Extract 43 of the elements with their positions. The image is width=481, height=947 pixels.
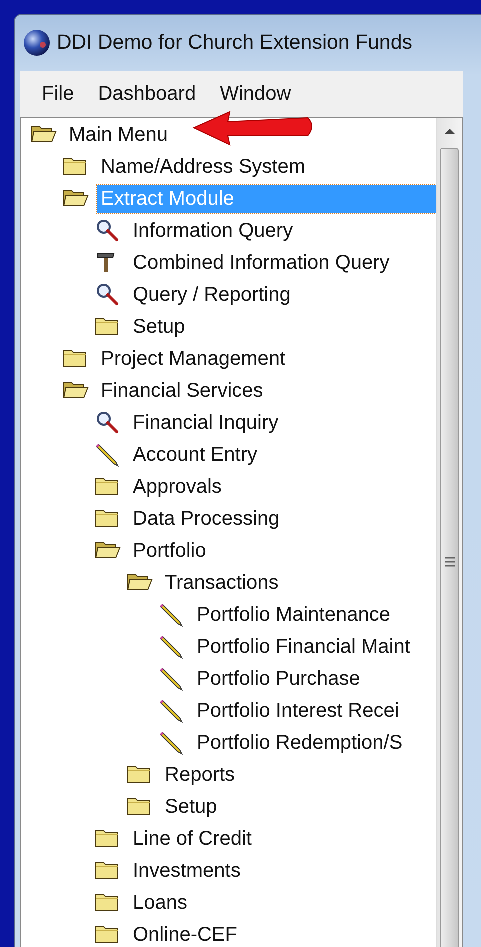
tree-item[interactable]: Approvals <box>129 473 226 501</box>
pencil-icon <box>159 699 185 723</box>
tree-item[interactable]: Portfolio Redemption/S <box>193 729 407 757</box>
tree-item[interactable]: Data Processing <box>129 505 284 533</box>
menu-item[interactable]: File <box>34 80 82 108</box>
tree-item[interactable]: Query / Reporting <box>129 281 295 309</box>
menu-item[interactable]: Dashboard <box>90 80 204 108</box>
tree-item[interactable]: Portfolio Purchase <box>193 665 364 693</box>
tree-item[interactable]: Portfolio Interest Recei <box>193 697 404 725</box>
tree-item[interactable]: Combined Information Query <box>129 249 394 277</box>
grip-icon <box>444 557 454 567</box>
tree-item[interactable]: Investments <box>129 857 245 885</box>
tree-item[interactable]: Portfolio Financial Maint <box>193 633 414 661</box>
tree-item[interactable]: Reports <box>161 761 240 789</box>
tree-item[interactable]: Portfolio Maintenance <box>193 601 394 629</box>
pencil-icon <box>159 731 185 755</box>
search-icon <box>95 283 121 307</box>
pencil-icon <box>95 443 121 467</box>
tree-item[interactable]: Information Query <box>129 217 298 245</box>
scroll-up-icon[interactable] <box>444 127 456 135</box>
tree-item[interactable]: Online-CEF <box>129 921 242 947</box>
tree-item[interactable]: Setup <box>129 313 190 341</box>
tree-item[interactable]: Line of Credit <box>129 825 256 853</box>
tree-item[interactable]: Account Entry <box>129 441 262 469</box>
tree-item[interactable]: Portfolio <box>129 537 210 565</box>
search-icon <box>95 411 121 435</box>
window-title: DDI Demo for Church Extension Funds <box>57 31 412 55</box>
tree-item[interactable]: Name/Address System <box>97 153 310 181</box>
tree-item[interactable]: Setup <box>161 793 222 821</box>
tree-item[interactable]: Financial Inquiry <box>129 409 283 437</box>
pencil-icon <box>159 667 185 691</box>
tree-item[interactable]: Transactions <box>161 569 283 597</box>
search-icon <box>95 219 121 243</box>
pencil-icon <box>159 603 185 627</box>
tree-item[interactable]: Financial Services <box>97 377 268 405</box>
globe-icon <box>23 29 51 57</box>
tree-item[interactable]: Main Menu <box>65 121 172 149</box>
menu-item[interactable]: Window <box>212 80 300 108</box>
tree-item[interactable]: Project Management <box>97 345 290 373</box>
tree-item[interactable]: Loans <box>129 889 192 917</box>
pencil-icon <box>159 635 185 659</box>
scrollbar[interactable] <box>436 118 462 947</box>
scroll-thumb[interactable] <box>440 148 459 947</box>
